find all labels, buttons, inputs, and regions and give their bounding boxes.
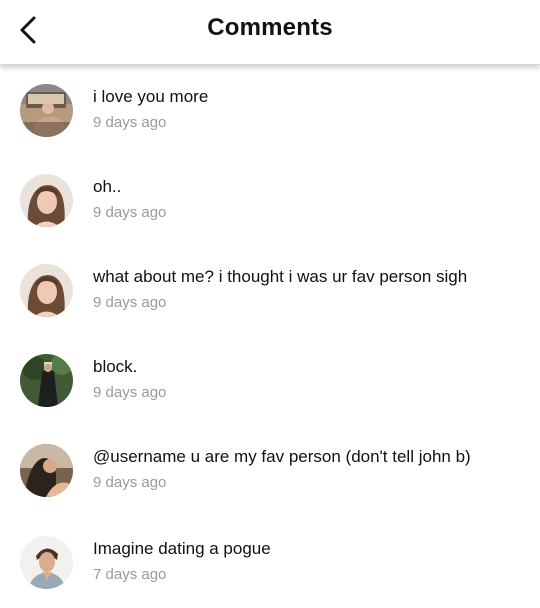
comment-timestamp: 9 days ago [93,384,167,401]
comment-text: i love you more [93,87,209,106]
page-title: Comments [207,14,333,41]
comment-timestamp: 9 days ago [93,294,167,311]
comment-item[interactable]: Imagine dating a pogue 7 days ago [0,536,540,608]
comment-item[interactable]: what about me? i thought i was ur fav pe… [0,264,540,336]
comment-timestamp: 9 days ago [93,114,167,131]
comment-text: Imagine dating a pogue [93,539,271,558]
avatar[interactable] [20,174,73,227]
avatar[interactable] [20,536,73,589]
comment-item[interactable]: block. 9 days ago [0,354,540,426]
comment-item[interactable]: oh.. 9 days ago [0,174,540,246]
avatar[interactable] [20,354,73,407]
comment-timestamp: 9 days ago [93,204,167,221]
comment-text: oh.. [93,177,122,196]
comment-timestamp: 7 days ago [93,566,167,583]
comment-text: what about me? i thought i was ur fav pe… [93,267,468,286]
comment-text: block. [93,357,138,376]
avatar[interactable] [20,444,73,497]
avatar[interactable] [20,84,73,137]
comment-text: @username u are my fav person (don't tel… [93,447,471,466]
comment-item[interactable]: i love you more 9 days ago [0,84,540,156]
avatar[interactable] [20,264,73,317]
comment-timestamp: 9 days ago [93,474,167,491]
top-bar: Comments [0,0,540,65]
comment-item[interactable]: @username u are my fav person (don't tel… [0,444,540,516]
